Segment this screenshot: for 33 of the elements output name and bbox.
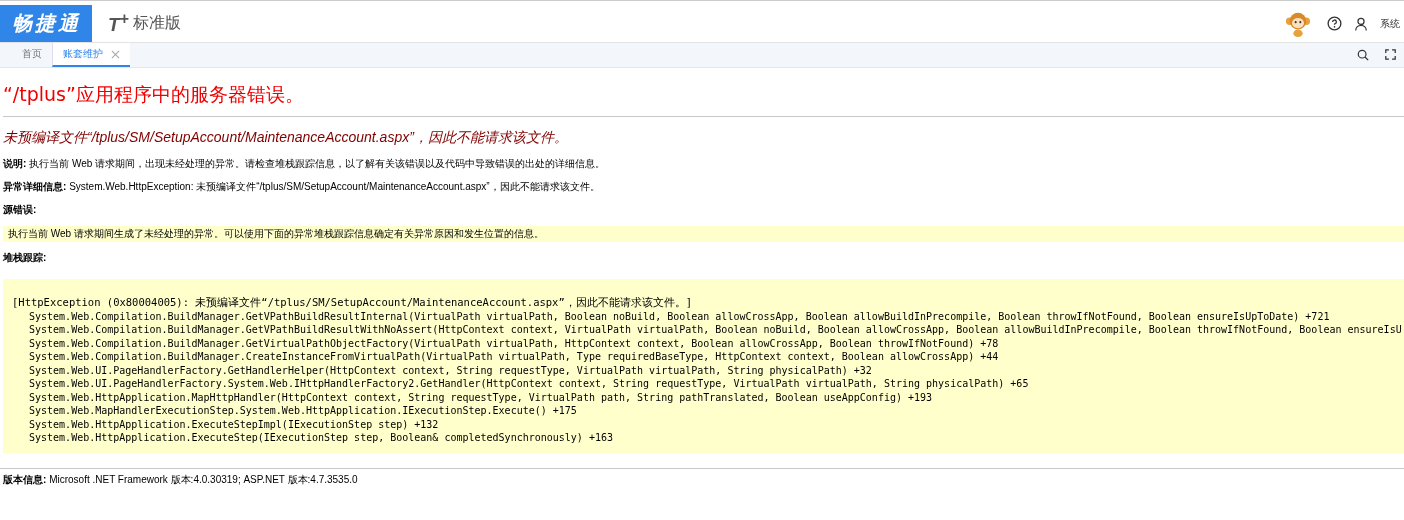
error-subtitle: 未预编译文件“/tplus/SM/SetupAccount/MaintenanceAccount.aspx”，因此不能请求该文件。 [3,129,569,147]
error-title: “/tplus”应用程序中的服务器错误。 [3,82,305,107]
field-label: 堆栈跟踪: [3,252,47,263]
stack-trace-line: System.Web.UI.PageHandlerFactory.GetHandlerHelper(HttpContext context, String requestType, VirtualPath virtualPath, String physicalPath) +32 [28,363,873,377]
fullscreen-icon[interactable] [1385,49,1396,60]
field-label: 源错误: [3,204,37,215]
stack-trace-line: System.Web.Compilation.BuildManager.GetVirtualPathObjectFactory(VirtualPath virtualPath, HttpContext context, Boolean allowCrossApp, Boolean throwIfNotFound) +78 [28,336,1000,350]
search-icon[interactable] [1357,49,1369,61]
user-icon[interactable] [1354,16,1368,31]
stack-trace-line: System.Web.HttpApplication.MapHttpHandler(HttpContext context, String requestType, VirtualPath path, String pathTranslated, Boolean useAppConfig) +193 [28,390,934,404]
edition-label: 标准版 [132,13,181,33]
help-icon[interactable] [1327,16,1342,31]
stack-trace-line: [HttpException (0x80004005): 未预编译文件“/tplus/SM/SetupAccount/MaintenanceAccount.aspx”，因此不能请求该文件。] [12,296,694,310]
monkey-avatar-icon[interactable] [1285,10,1311,37]
description-text: 执行当前 Web 请求期间，出现未经处理的异常。请检查堆栈跟踪信息，以了解有关该错误以及代码中导致错误的出处的详细信息。 [29,158,606,169]
stack-trace-line: System.Web.HttpApplication.ExecuteStepImpl(IExecutionStep step) +132 [28,417,440,431]
stack-trace-line: System.Web.HttpApplication.ExecuteStep(IExecutionStep step, Boolean& completedSynchronously) +163 [28,431,614,445]
tab[interactable]: 首页 [12,43,52,67]
logo: 畅捷通 [0,5,92,42]
stack-trace-line: System.Web.Compilation.BuildManager.GetVPathBuildResultInternal(VirtualPath virtualPath, Boolean noBuild, Boolean allowCrossApp, Boolean allowBuildInPrecompile, Boolean throwIfNotFound, Boolean ensureIsUpToDate) +721 [28,309,1331,323]
stack-trace-line: System.Web.Compilation.BuildManager.GetVPathBuildResultWithNoAssert(HttpContext context, VirtualPath virtualPath, Boolean noBuild, Boolean allowCrossApp, Boolean allowBuildInPrecompile, Boolean throwIfNotFound, Boolean ensureIsU [28,323,1403,337]
stack-trace-line: System.Web.MapHandlerExecutionStep.System.Web.HttpApplication.IExecutionStep.Execute() +175 [28,404,578,418]
stack-trace-line: System.Web.UI.PageHandlerFactory.System.Web.IHttpHandlerFactory2.GetHandler(HttpContext context, String requestType, VirtualPath virtualPath, String physicalPath) +65 [28,377,1030,391]
stack-trace-line: System.Web.Compilation.BuildManager.CreateInstanceFromVirtualPath(VirtualPath virtualPath, Type requiredBaseType, HttpContext context, Boolean allowCrossApp) +44 [28,350,1000,364]
user-name[interactable]: 系统 [1380,16,1404,31]
tab[interactable]: 账套维护 [52,43,130,67]
field-label: 说明: [3,158,27,169]
version-text: Microsoft .NET Framework 版本:4.0.30319; ASP.NET 版本:4.7.3535.0 [49,473,358,485]
field-label: 版本信息: [3,473,47,485]
product-logo: T$^{+}$ [108,10,129,37]
source-error-text: 执行当前 Web 请求期间生成了未经处理的异常。可以使用下面的异常堆栈跟踪信息确定有关异常原因和发生位置的信息。 [3,226,1404,242]
exception-details-text: System.Web.HttpException: 未预编译文件“/tplus/SM/SetupAccount/MaintenanceAccount.aspx”，因此不能请求该文件。 [69,181,600,192]
field-label: 异常详细信息: [3,181,67,192]
